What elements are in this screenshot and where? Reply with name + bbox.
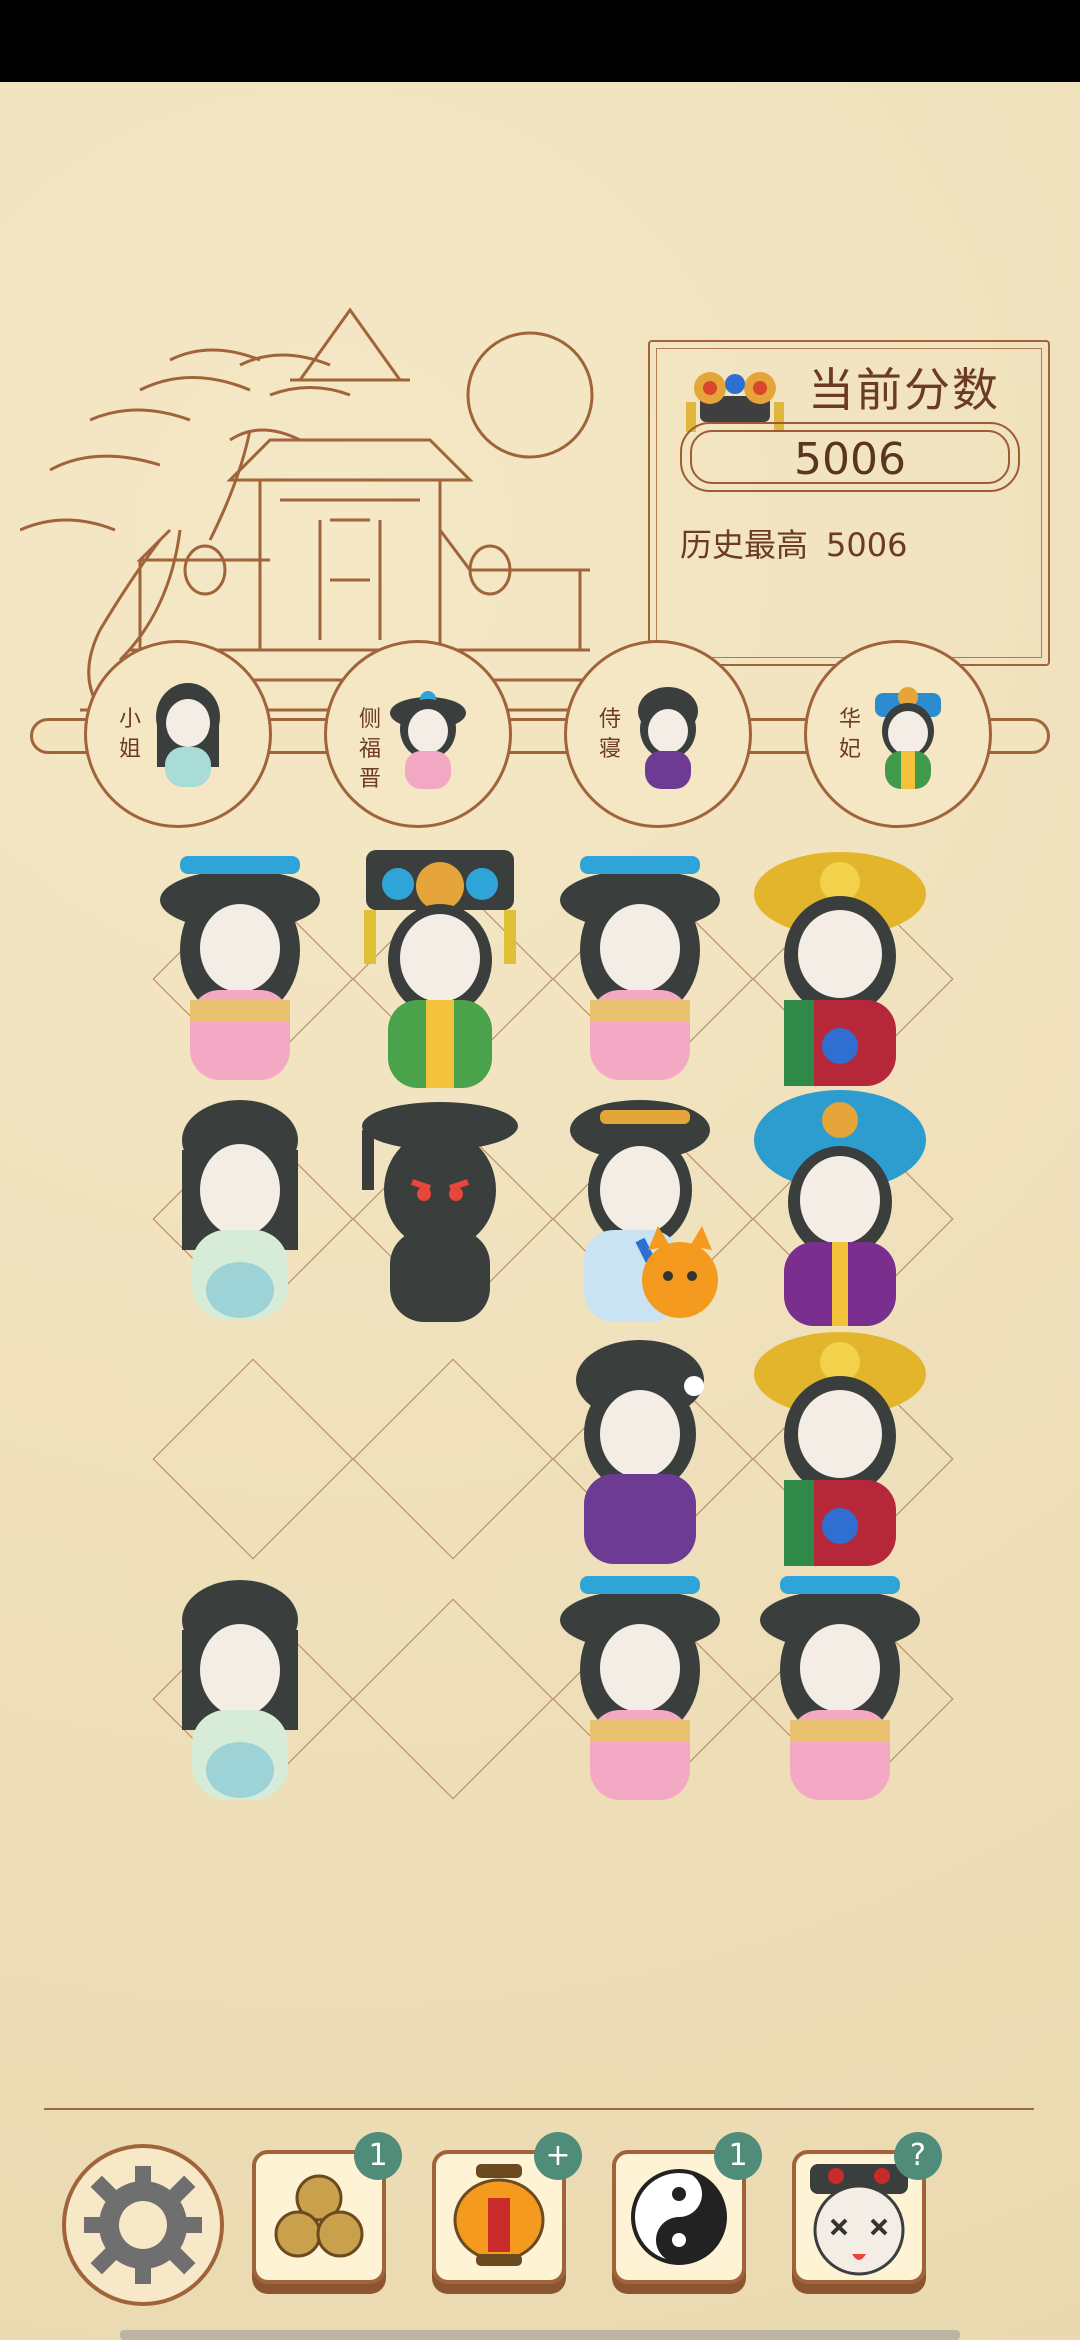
tool-badge: 1 xyxy=(714,2132,762,2180)
board-cell[interactable] xyxy=(140,850,354,1090)
board-cell[interactable] xyxy=(140,1570,354,1810)
cell-diamond xyxy=(352,1598,554,1800)
tool-badge: + xyxy=(534,2132,582,2180)
board-cell[interactable] xyxy=(540,850,754,1090)
board-cell[interactable] xyxy=(740,1570,954,1810)
settings-button[interactable] xyxy=(62,2144,224,2306)
help-tool-button[interactable]: ? xyxy=(792,2132,942,2300)
lantern-tool-button[interactable]: + xyxy=(432,2132,582,2300)
board-cell[interactable] xyxy=(740,1330,954,1570)
toolbar-divider xyxy=(44,2108,1034,2110)
settings-gear-icon xyxy=(84,2166,202,2284)
purple-lady-doll xyxy=(576,1340,704,1564)
pink-lady-doll xyxy=(560,1576,720,1800)
purple-phoenix-doll xyxy=(754,1090,926,1326)
mint-lady-doll xyxy=(182,1580,298,1800)
system-nav-bar xyxy=(120,2330,960,2340)
cell-diamond xyxy=(152,1358,354,1560)
board-cell[interactable] xyxy=(540,1090,754,1330)
cell-diamond xyxy=(352,1358,554,1560)
blue-cat-lady-doll xyxy=(570,1100,718,1322)
board-cell[interactable] xyxy=(140,1090,354,1330)
yin-yang-tool-button[interactable]: 1 xyxy=(612,2132,762,2300)
board-cell-empty[interactable] xyxy=(340,1570,554,1810)
shadow-enemy-doll xyxy=(362,1102,518,1322)
board-cell[interactable] xyxy=(540,1570,754,1810)
tool-badge: ? xyxy=(894,2132,942,2180)
board-cell[interactable] xyxy=(540,1330,754,1570)
red-empress-doll xyxy=(754,1332,926,1566)
green-consort-doll xyxy=(364,850,516,1088)
mint-lady-doll xyxy=(182,1100,298,1320)
game-board xyxy=(0,0,1080,2340)
pink-lady-doll xyxy=(760,1576,920,1800)
board-cell[interactable] xyxy=(340,850,554,1090)
board-cell[interactable] xyxy=(740,850,954,1090)
pink-lady-doll xyxy=(560,856,720,1080)
board-cell-empty[interactable] xyxy=(340,1330,554,1570)
pink-lady-doll xyxy=(160,856,320,1080)
board-cell[interactable] xyxy=(340,1090,554,1330)
red-empress-doll xyxy=(754,852,926,1086)
tool-badge: 1 xyxy=(354,2132,402,2180)
board-cell-empty[interactable] xyxy=(140,1330,354,1570)
beads-tool-button[interactable]: 1 xyxy=(252,2132,402,2300)
board-cell[interactable] xyxy=(740,1090,954,1330)
